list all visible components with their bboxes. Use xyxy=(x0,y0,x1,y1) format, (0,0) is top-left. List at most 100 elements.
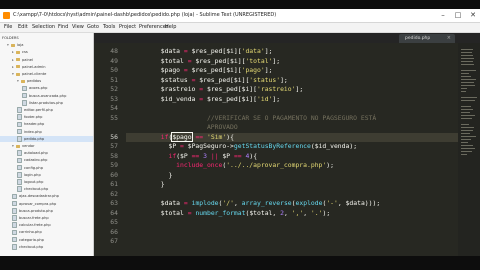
sidebar-folder[interactable]: ▸ painel xyxy=(0,57,93,63)
sidebar-file[interactable]: ajax-descadastrar.php xyxy=(0,193,93,200)
sidebar-item-label: css xyxy=(22,50,28,55)
code-token: 'status' xyxy=(249,75,281,84)
line-number: 65 xyxy=(110,218,118,226)
sidebar-file[interactable]: pedido.php xyxy=(0,135,93,142)
window-title: C:\xampp\7-0\htdocs\hyst\admin\painel-da… xyxy=(13,12,277,18)
code-token: == xyxy=(195,132,204,141)
code-token: $res_ped[$i][ xyxy=(195,75,250,84)
file-icon xyxy=(17,164,22,171)
file-icon xyxy=(17,150,22,156)
menu-help[interactable]: Help xyxy=(165,23,176,32)
minimap-line xyxy=(461,85,475,86)
code-token: $res_ped[$i][ xyxy=(187,47,242,55)
code-token: $total xyxy=(130,56,188,65)
sidebar-folder[interactable]: ▸ painel-admin xyxy=(0,64,93,70)
sidebar-file[interactable]: header.php xyxy=(0,121,93,128)
sidebar-item-label: ajax-descadastrar.php xyxy=(19,194,59,199)
sidebar-item-label: login.php xyxy=(24,172,41,177)
sidebar-file[interactable]: logout.php xyxy=(0,179,93,185)
minimap-line xyxy=(461,100,475,101)
sidebar-folder[interactable]: ▸ css xyxy=(0,49,93,55)
sidebar-file[interactable]: autoload.php xyxy=(0,150,93,156)
code-token: $pago xyxy=(171,131,193,142)
minimap[interactable] xyxy=(458,43,480,256)
file-icon xyxy=(17,114,22,120)
sidebar-item-label: index.php xyxy=(24,129,42,134)
code-token: } xyxy=(130,170,173,179)
file-icon xyxy=(22,92,27,99)
sidebar-file[interactable]: listar-produtos.php xyxy=(0,100,93,106)
minimap-line xyxy=(461,142,468,143)
sidebar-folder[interactable]: ▾ painel-cliente xyxy=(0,71,93,77)
sidebar-file[interactable]: checkout.php xyxy=(0,244,93,250)
sidebar-file[interactable]: carrinho.php xyxy=(0,229,93,236)
file-icon xyxy=(12,236,17,243)
code-editor[interactable]: $data = $res_ped[$i]['data']; $total = $… xyxy=(126,43,458,256)
sidebar-folder[interactable]: ▾ vendor xyxy=(0,143,93,149)
sidebar-item-label: painel-cliente xyxy=(22,72,47,76)
tab-pedido-php[interactable]: pedido.php × xyxy=(399,34,455,43)
minimap-line xyxy=(461,148,475,149)
code-token: explode xyxy=(295,199,323,207)
minimize-button[interactable]: – xyxy=(436,9,450,22)
sidebar-item-label: vendor xyxy=(22,144,35,148)
code-line: //VERIFICAR SE O PAGAMENTO NO PAGSEGURO … xyxy=(130,114,376,123)
file-icon xyxy=(17,136,22,142)
menu-goto[interactable]: Goto xyxy=(87,23,99,32)
sidebar-file[interactable]: editar-perfil.php xyxy=(0,107,93,113)
code-token: $pago xyxy=(130,66,184,74)
menu-view[interactable]: View xyxy=(72,23,84,32)
code-token: ]; xyxy=(295,85,304,93)
code-token: , xyxy=(283,208,292,217)
close-button[interactable]: ✕ xyxy=(466,9,480,22)
folder-icon xyxy=(16,144,20,148)
line-number: 63 xyxy=(110,199,118,207)
sidebar-file[interactable]: footer.php xyxy=(0,114,93,120)
menu-find[interactable]: Find xyxy=(58,23,68,32)
minimap-line xyxy=(461,97,477,98)
minimap-line xyxy=(461,64,474,65)
line-number: 50 xyxy=(110,66,118,74)
sidebar-file[interactable]: config.php xyxy=(0,164,93,171)
sidebar-file[interactable]: index.php xyxy=(0,128,93,135)
code-token: $res_ped[$i][ xyxy=(203,94,257,103)
sidebar-file[interactable]: categoria.php xyxy=(0,236,93,243)
sidebar-file[interactable]: busca-avancada.php xyxy=(0,92,93,99)
sidebar-file[interactable]: login.php xyxy=(0,172,93,178)
sidebar-item-label: config.php xyxy=(24,165,43,170)
sidebar-folder[interactable]: ▾ loja xyxy=(0,42,93,48)
sidebar-file[interactable]: busca-produto.php xyxy=(0,208,93,214)
menu-selection[interactable]: Selection xyxy=(32,23,55,32)
minimap-line xyxy=(461,151,472,152)
menu-edit[interactable]: Edit xyxy=(18,23,28,32)
maximize-button[interactable]: □ xyxy=(451,9,465,22)
code-token: 'pago' xyxy=(241,66,265,74)
sidebar-file[interactable]: checkout.php xyxy=(0,186,93,192)
tab-close-icon[interactable]: × xyxy=(447,34,451,43)
line-number: 58 xyxy=(110,151,118,160)
sidebar-folder[interactable]: ▾ pedidos xyxy=(0,78,93,84)
sidebar-file[interactable]: aprovar_compra.php xyxy=(0,200,93,207)
file-icon xyxy=(12,200,17,207)
code-token: include_once xyxy=(176,161,223,169)
sidebar-file[interactable]: calcular-frete.php xyxy=(0,222,93,228)
minimap-line xyxy=(461,82,474,83)
code-token: array_reverse xyxy=(241,199,292,207)
file-icon xyxy=(12,215,17,221)
menu-project[interactable]: Project xyxy=(119,23,136,32)
minimap-line xyxy=(461,73,469,74)
line-number: 49 xyxy=(110,56,118,65)
code-token: $id_venda xyxy=(130,94,200,103)
file-icon xyxy=(12,193,17,200)
sidebar-item-label: painel xyxy=(22,57,33,62)
minimap-line xyxy=(461,76,471,77)
sidebar-file[interactable]: cadastro.php xyxy=(0,157,93,164)
code-token: $data xyxy=(130,199,184,207)
code-token: 'id' xyxy=(257,94,273,103)
menu-tools[interactable]: Tools xyxy=(103,23,115,32)
sidebar-file[interactable]: acoes.php xyxy=(0,85,93,92)
sidebar-file[interactable]: buscar-frete.php xyxy=(0,215,93,221)
menu-file[interactable]: File xyxy=(4,23,12,32)
code-token: '../../aprovar_compra.php' xyxy=(226,161,327,169)
menu-preferences[interactable]: Preferences xyxy=(139,23,168,32)
